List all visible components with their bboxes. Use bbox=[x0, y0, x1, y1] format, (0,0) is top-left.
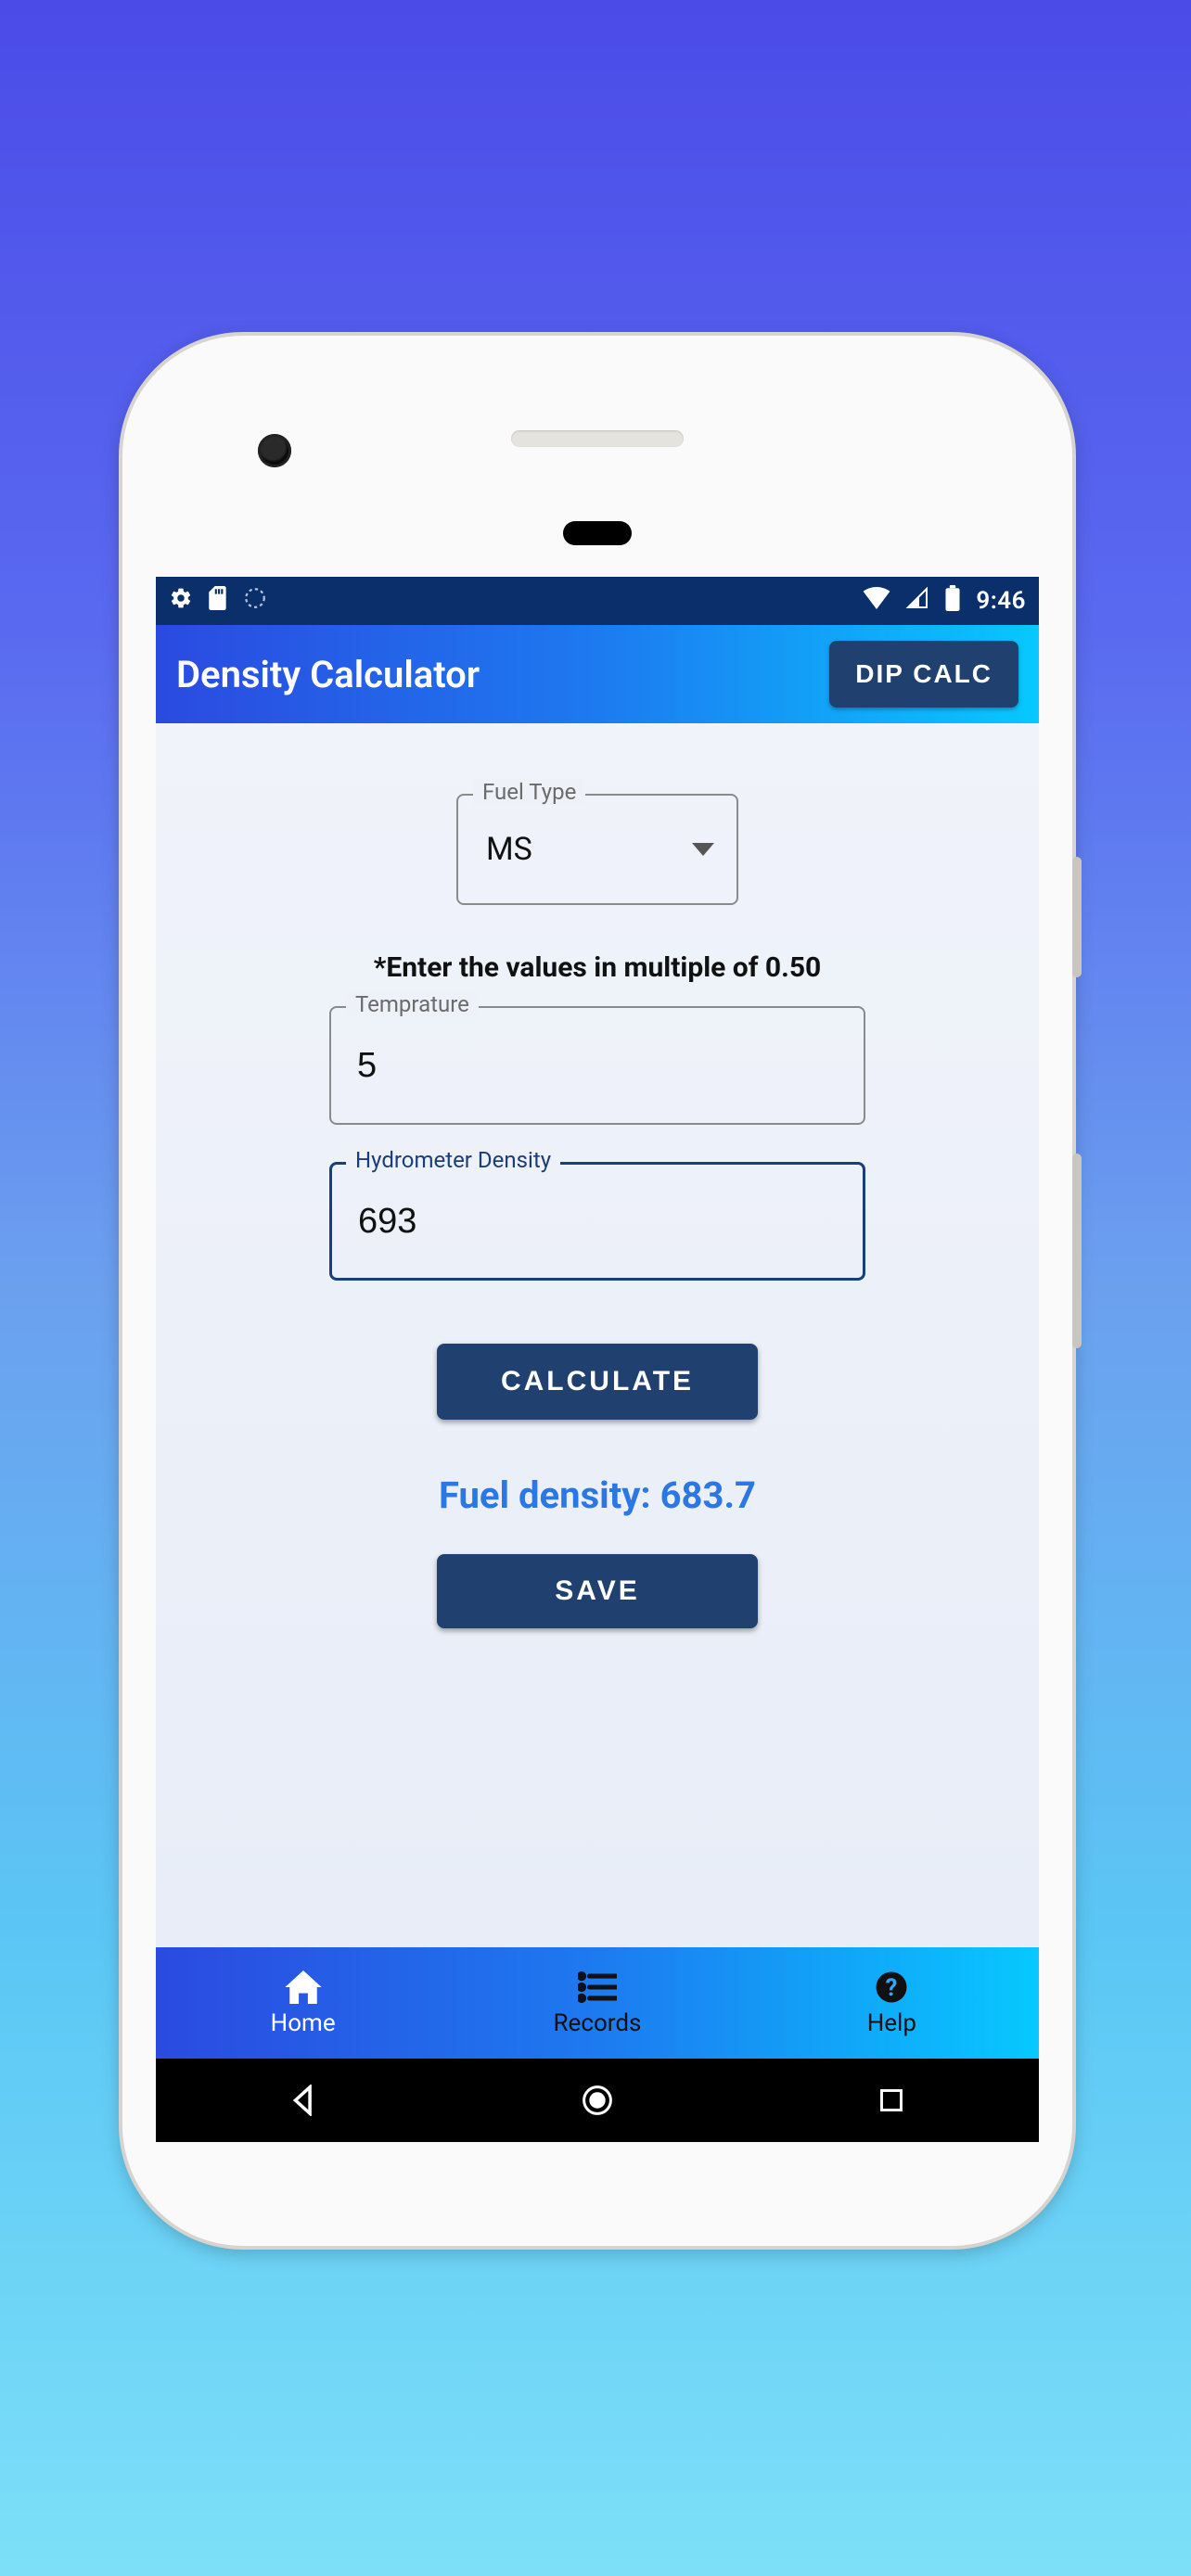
temperature-field: Temprature bbox=[329, 1006, 865, 1125]
dip-calc-button[interactable]: DIP CALC bbox=[829, 641, 1018, 708]
input-hint: *Enter the values in multiple of 0.50 bbox=[374, 951, 822, 984]
android-nav-bar bbox=[156, 2059, 1039, 2142]
fuel-type-field: Fuel Type MS bbox=[456, 794, 738, 905]
result-value: 683.7 bbox=[660, 1473, 756, 1517]
device-camera bbox=[258, 434, 291, 467]
temperature-input[interactable] bbox=[329, 1006, 865, 1125]
save-button[interactable]: SAVE bbox=[437, 1554, 758, 1628]
wifi-icon bbox=[863, 587, 890, 616]
list-icon bbox=[578, 1969, 617, 2006]
gear-icon bbox=[169, 586, 193, 617]
hydrometer-input[interactable] bbox=[329, 1162, 865, 1281]
home-button[interactable] bbox=[570, 2072, 625, 2128]
phone-frame: 9:46 Density Calculator DIP CALC Fuel Ty… bbox=[122, 336, 1072, 2246]
screen: 9:46 Density Calculator DIP CALC Fuel Ty… bbox=[156, 577, 1039, 2142]
nav-home[interactable]: Home bbox=[156, 1947, 450, 2059]
app-bar: Density Calculator DIP CALC bbox=[156, 625, 1039, 723]
result-label: Fuel density: bbox=[439, 1473, 660, 1517]
status-bar: 9:46 bbox=[156, 577, 1039, 625]
fuel-type-select[interactable]: MS bbox=[456, 794, 738, 905]
back-button[interactable] bbox=[275, 2072, 331, 2128]
hydrometer-label: Hydrometer Density bbox=[346, 1147, 560, 1173]
nav-help[interactable]: ? Help bbox=[745, 1947, 1039, 2059]
fuel-type-value: MS bbox=[486, 831, 532, 868]
calculate-button[interactable]: CALCULATE bbox=[437, 1344, 758, 1420]
signal-icon bbox=[905, 587, 929, 616]
nav-help-label: Help bbox=[867, 2009, 916, 2037]
help-icon: ? bbox=[875, 1969, 908, 2006]
hydrometer-field: Hydrometer Density bbox=[329, 1162, 865, 1281]
loading-icon bbox=[243, 586, 267, 617]
result-text: Fuel density: 683.7 bbox=[439, 1473, 756, 1517]
device-side-button bbox=[1072, 1154, 1082, 1348]
overview-button[interactable] bbox=[864, 2072, 919, 2128]
device-sensor bbox=[563, 521, 632, 545]
temperature-label: Temprature bbox=[346, 991, 479, 1017]
bottom-nav: Home Records ? Help bbox=[156, 1947, 1039, 2059]
battery-icon bbox=[944, 585, 961, 618]
device-side-button bbox=[1072, 857, 1082, 977]
nav-records[interactable]: Records bbox=[450, 1947, 744, 2059]
fuel-type-label: Fuel Type bbox=[473, 779, 585, 805]
device-speaker bbox=[511, 430, 684, 447]
nav-home-label: Home bbox=[271, 2009, 336, 2037]
svg-text:?: ? bbox=[886, 1974, 898, 2002]
content-area: Fuel Type MS *Enter the values in multip… bbox=[156, 723, 1039, 1947]
page-title: Density Calculator bbox=[176, 653, 480, 696]
chevron-down-icon bbox=[692, 843, 714, 856]
home-icon bbox=[285, 1969, 322, 2006]
nav-records-label: Records bbox=[554, 2009, 642, 2037]
status-time: 9:46 bbox=[976, 587, 1026, 615]
sd-card-icon bbox=[208, 586, 228, 617]
